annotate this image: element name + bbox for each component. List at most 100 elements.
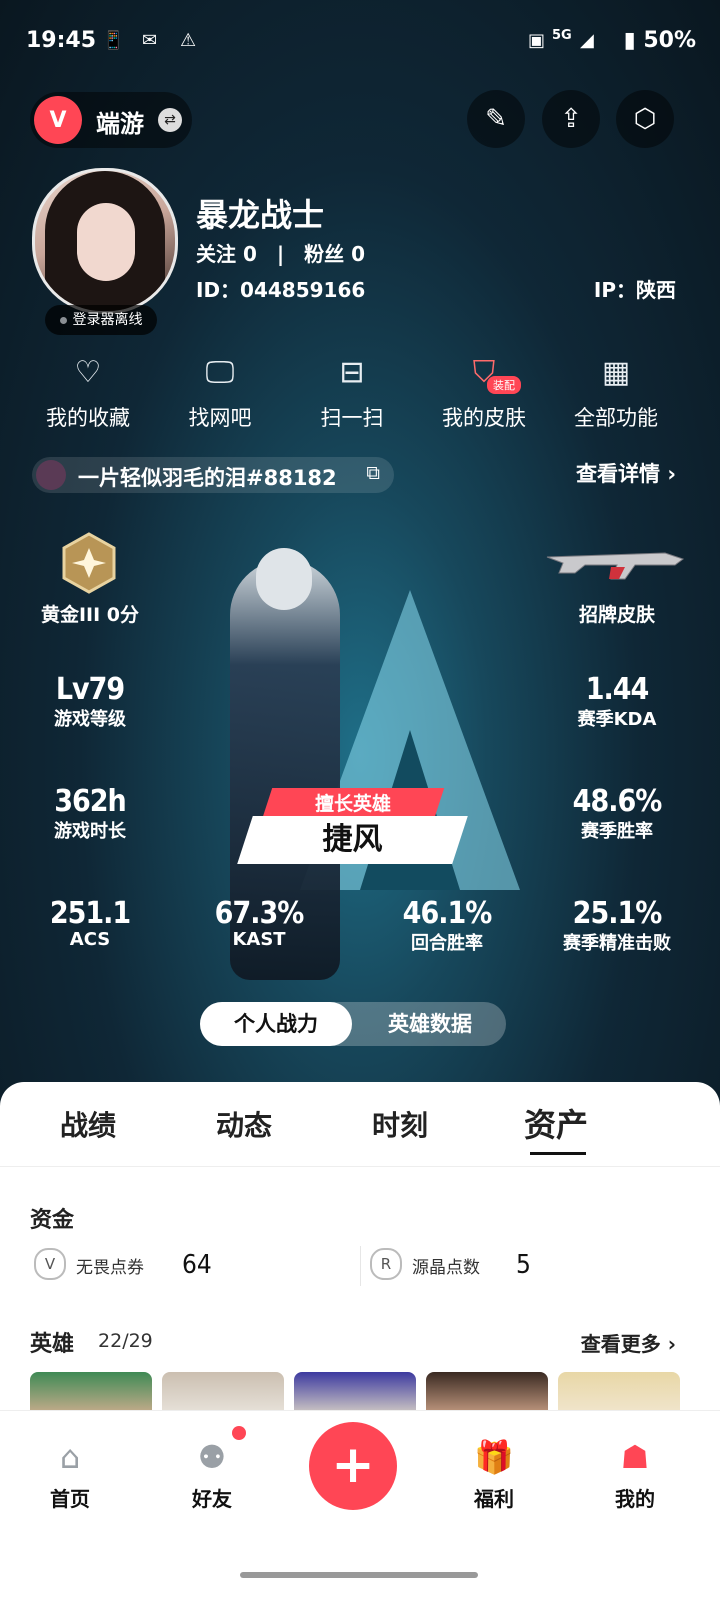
stats-segment-control: 个人战力 英雄数据 xyxy=(200,1002,506,1046)
stat-acs: 251.1 ACS xyxy=(5,896,175,950)
see-more-label: 查看更多 xyxy=(580,1332,661,1356)
quick-action-all[interactable]: ▦ 全部功能 xyxy=(551,352,681,432)
heart-icon: ♡ xyxy=(74,355,102,390)
stat-precise-kills: 25.1% 赛季精准击败 xyxy=(532,896,702,955)
quick-action-favorites[interactable]: ♡ 我的收藏 xyxy=(23,352,153,432)
settings-button[interactable]: ⬡ xyxy=(616,90,674,148)
quick-actions: ♡ 我的收藏 🖵 找网吧 ⊟ 扫一扫 ⛉ 装配 我的皮肤 ▦ 全部功能 xyxy=(0,352,720,442)
nav-label: 首页 xyxy=(50,1487,90,1511)
battery-percent: 50% xyxy=(643,28,696,53)
phone-link-icon: 📱 xyxy=(102,30,125,51)
add-button[interactable]: + xyxy=(309,1422,397,1510)
heroes-count: 22/29 xyxy=(98,1330,153,1352)
nav-me[interactable]: ☗ 我的 xyxy=(585,1437,685,1512)
stat-value: 362h xyxy=(54,784,127,819)
battery-indicator: ▮ 50% xyxy=(623,28,696,53)
offline-dot-icon xyxy=(59,316,67,324)
quick-action-label: 我的皮肤 xyxy=(442,406,526,430)
login-status-text: 登录器离线 xyxy=(72,312,143,328)
quick-action-scan[interactable]: ⊟ 扫一扫 xyxy=(287,352,417,432)
view-details-link[interactable]: 查看详情 › xyxy=(576,458,676,488)
mini-avatar xyxy=(36,460,66,490)
monitor-icon: 🖵 xyxy=(205,355,235,390)
stat-label: 回合胜率 xyxy=(411,933,483,954)
stat-value: 46.1% xyxy=(402,896,493,931)
login-status-badge: 登录器离线 xyxy=(45,305,157,335)
segment-agent-data[interactable]: 英雄数据 xyxy=(354,1002,506,1046)
segment-personal-power[interactable]: 个人战力 xyxy=(200,1002,352,1046)
quick-action-label: 找网吧 xyxy=(188,406,252,430)
equip-badge: 装配 xyxy=(487,376,521,394)
profile-icon: ☗ xyxy=(620,1438,650,1476)
radianite-points-icon: R xyxy=(370,1248,402,1280)
riot-id: 一片轻似羽毛的泪#88182 xyxy=(78,466,337,490)
edit-card-button[interactable]: ✎ xyxy=(467,90,525,148)
scan-icon: ⊟ xyxy=(339,355,365,390)
settings-icon: ⬡ xyxy=(633,104,657,134)
weapon-skin-icon xyxy=(546,552,685,580)
nav-benefits[interactable]: 🎁 福利 xyxy=(444,1437,544,1512)
quick-action-label: 我的收藏 xyxy=(46,406,130,430)
see-more-link[interactable]: 查看更多 › xyxy=(581,1328,676,1357)
stat-hours: 362h 游戏时长 xyxy=(5,784,175,843)
share-icon: ⇪ xyxy=(560,104,582,134)
mail-icon: ✉ xyxy=(142,30,158,51)
username: 暴龙战士 xyxy=(196,196,325,234)
stat-value: Lv79 xyxy=(55,672,125,707)
stat-level: Lv79 游戏等级 xyxy=(5,672,175,731)
home-indicator[interactable] xyxy=(240,1572,478,1578)
grid-icon: ▦ xyxy=(601,355,631,390)
swap-icon: ⇄ xyxy=(158,108,182,132)
rank-gold-icon xyxy=(62,532,116,594)
heroes-title: 英雄 xyxy=(30,1332,75,1357)
tab-records[interactable]: 战绩 xyxy=(60,1104,116,1144)
stat-value: 48.6% xyxy=(572,784,663,819)
home-icon: ⌂ xyxy=(59,1438,81,1476)
avatar[interactable] xyxy=(32,168,178,314)
nav-home[interactable]: ⌂ 首页 xyxy=(20,1437,120,1512)
share-button[interactable]: ⇪ xyxy=(542,90,600,148)
gift-icon: 🎁 xyxy=(474,1438,514,1476)
stat-label: ACS xyxy=(69,929,111,950)
riot-id-chip[interactable]: 一片轻似羽毛的泪#88182 ⧉ xyxy=(32,457,394,493)
notification-dot xyxy=(232,1426,246,1440)
game-switch-button[interactable]: V 端游 ⇄ xyxy=(30,92,192,148)
hd-icon: ▣ xyxy=(528,30,546,51)
valorant-points-icon: V xyxy=(34,1248,66,1280)
stat-label: 游戏时长 xyxy=(54,821,126,842)
stat-value: 251.1 xyxy=(49,896,131,931)
quick-action-skins[interactable]: ⛉ 装配 我的皮肤 xyxy=(419,352,549,432)
signature-skin-label: 招牌皮肤 xyxy=(578,604,655,626)
chevron-right-icon: › xyxy=(667,1332,676,1356)
tab-assets[interactable]: 资产 xyxy=(524,1100,588,1146)
best-agent-name[interactable]: 捷风 xyxy=(237,816,468,864)
rank-label: 黄金III 0分 xyxy=(40,604,140,626)
top-bar: V 端游 ⇄ ✎ ⇪ ⬡ xyxy=(0,90,720,150)
nav-label: 我的 xyxy=(615,1487,655,1511)
quick-action-internet-cafe[interactable]: 🖵 找网吧 xyxy=(155,352,285,432)
currency-value: 5 xyxy=(516,1250,531,1280)
skin-icon: ⛉ xyxy=(472,355,496,390)
stat-label: 游戏等级 xyxy=(54,709,126,730)
heroes-owned: 22 xyxy=(98,1330,123,1352)
friends-icon: ⚉ xyxy=(197,1438,227,1476)
follow-counts[interactable]: 关注 0 | 粉丝 0 xyxy=(196,238,365,267)
tab-moments[interactable]: 时刻 xyxy=(372,1104,428,1144)
quick-action-label: 扫一扫 xyxy=(320,406,384,430)
stat-label: KAST xyxy=(232,929,286,950)
nav-label: 好友 xyxy=(192,1487,232,1511)
user-id: ID：044859166 xyxy=(196,278,366,302)
ip-location: IP：陕西 xyxy=(593,278,676,302)
copy-icon[interactable]: ⧉ xyxy=(366,462,380,484)
stat-value: 25.1% xyxy=(572,896,663,931)
tab-activity[interactable]: 动态 xyxy=(216,1104,272,1144)
signal-icon: ◢ xyxy=(580,30,594,51)
stat-kast: 67.3% KAST xyxy=(174,896,344,950)
stat-label: 赛季胜率 xyxy=(581,821,653,842)
nav-friends[interactable]: ⚉ 好友 xyxy=(162,1437,262,1512)
stat-value: 67.3% xyxy=(214,896,305,931)
currency-label: 无畏点券 xyxy=(76,1258,144,1278)
active-tab-indicator xyxy=(530,1152,586,1155)
currency-label: 源晶点数 xyxy=(412,1258,480,1278)
stat-value: 1.44 xyxy=(585,672,650,707)
